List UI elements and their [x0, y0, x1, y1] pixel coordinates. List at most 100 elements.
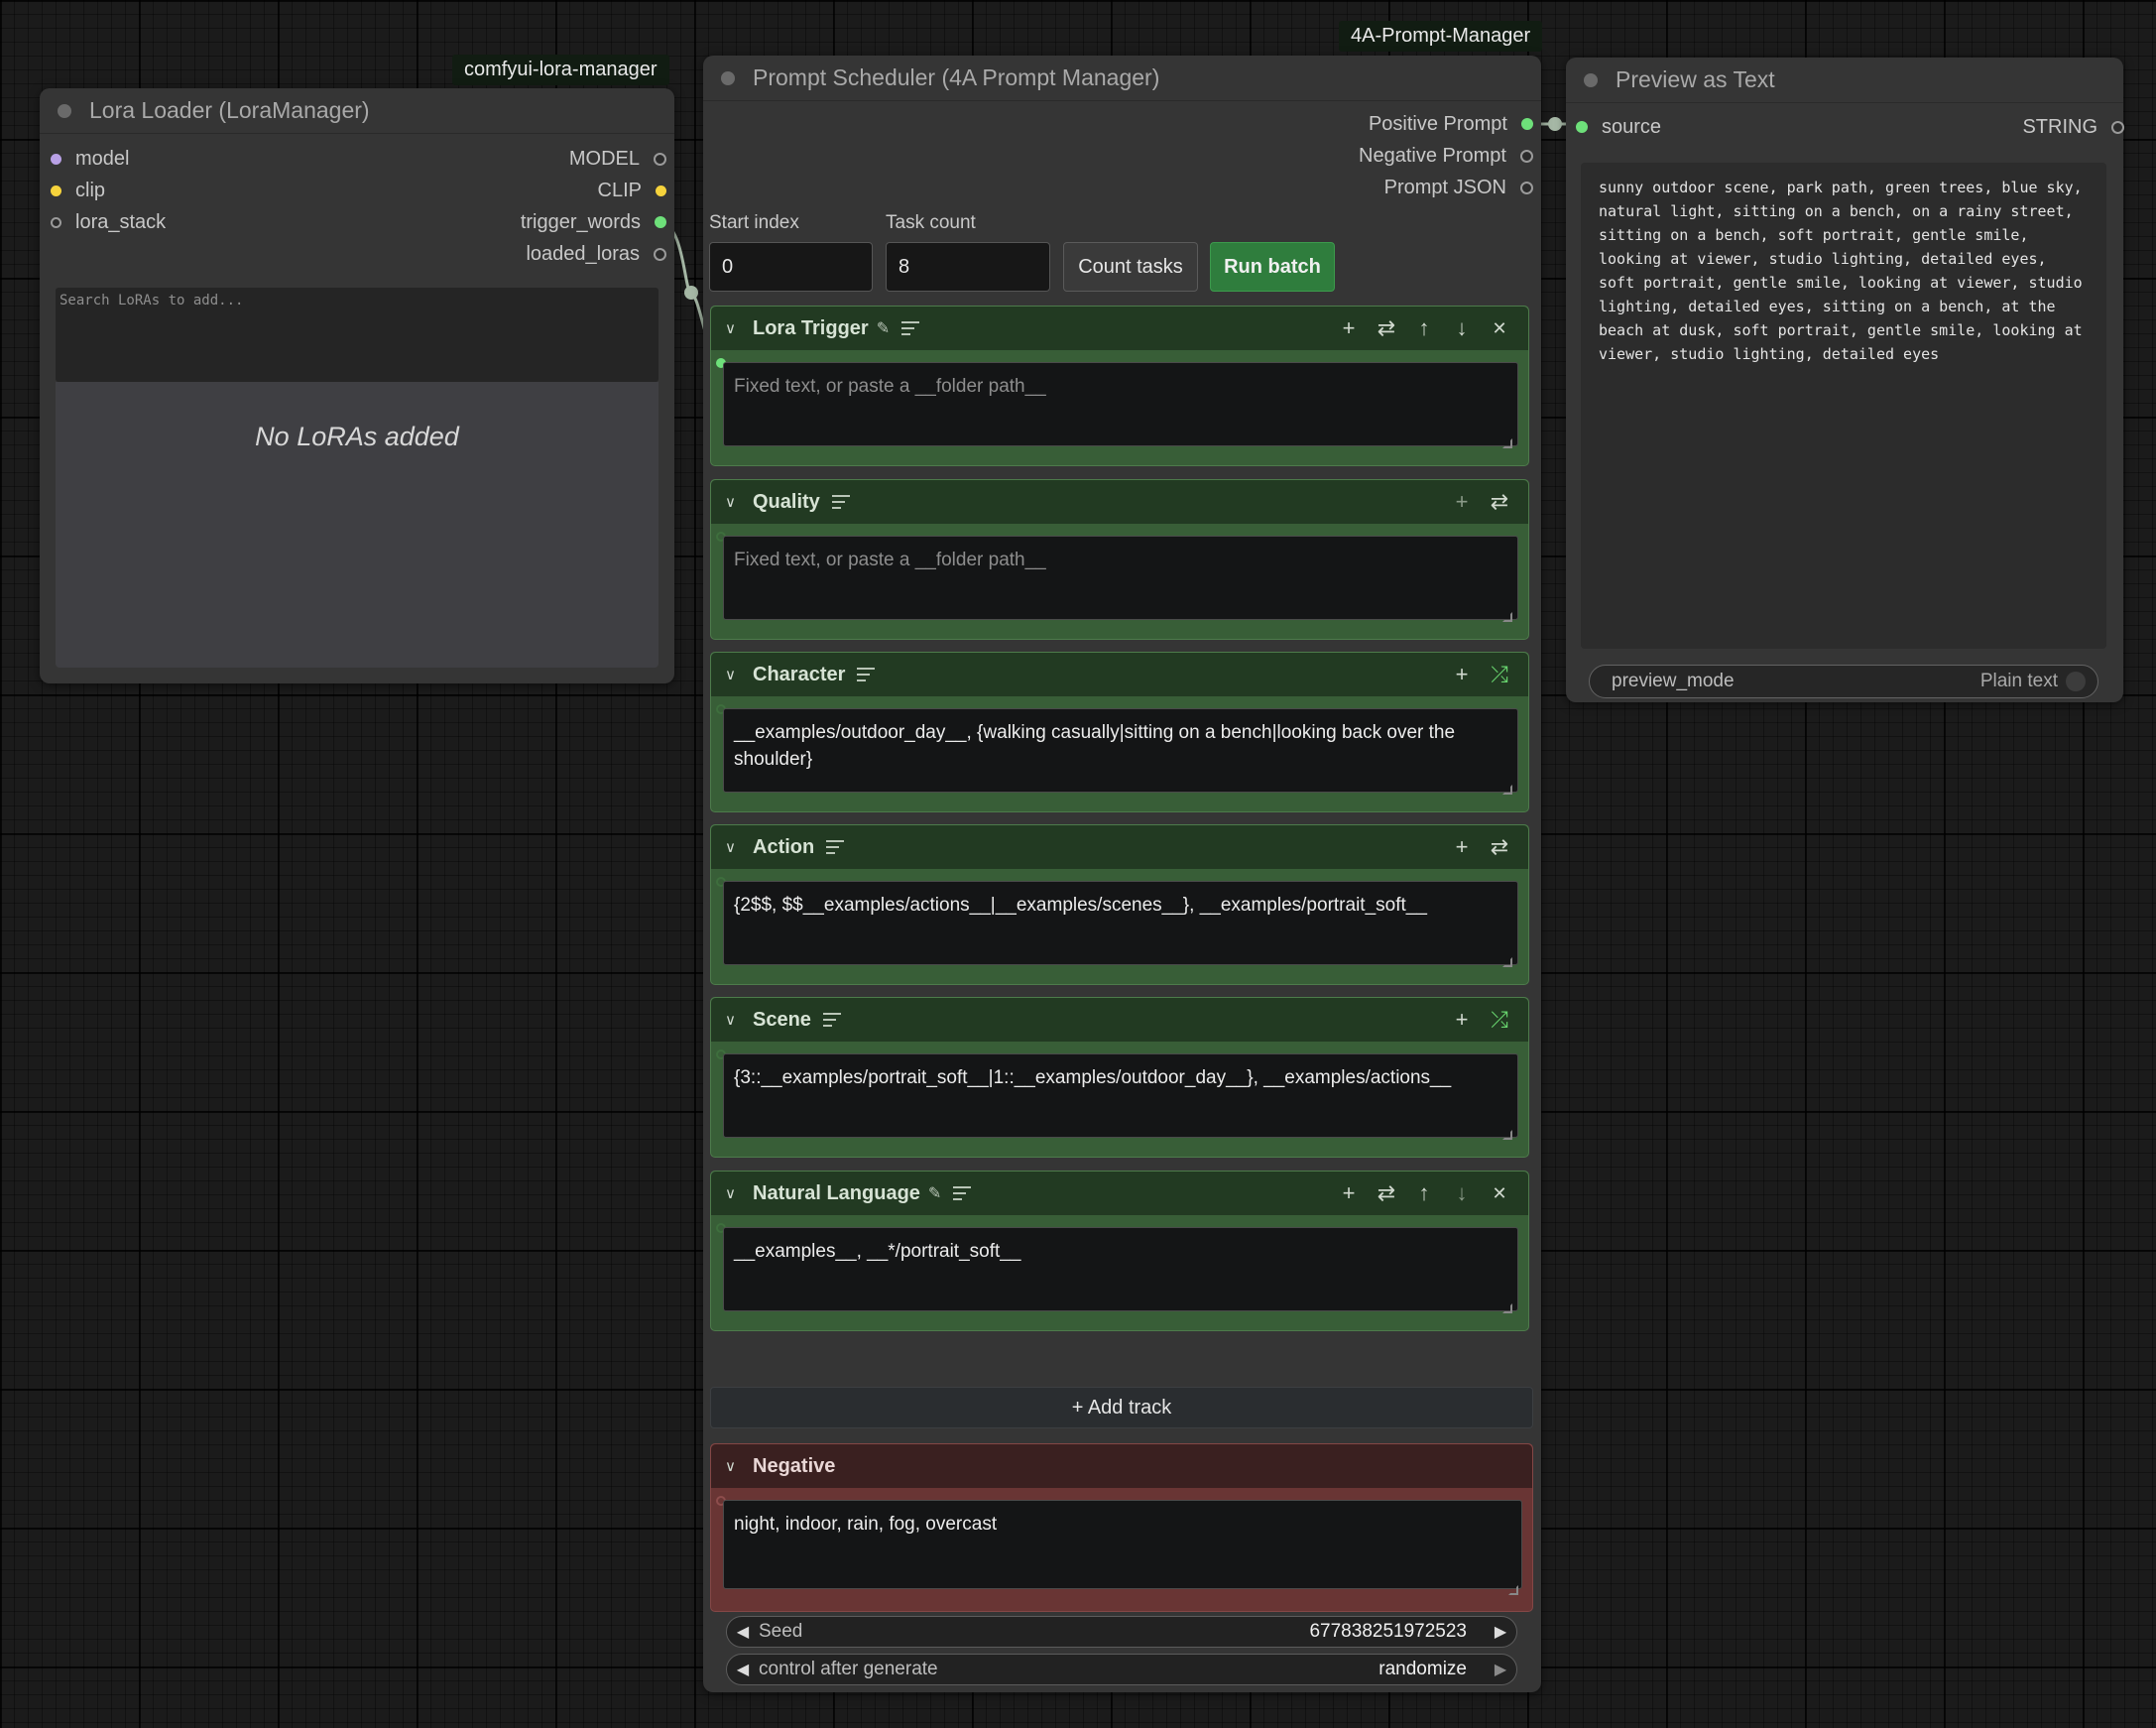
track-header[interactable]: ∨ Quality + ⇄	[711, 480, 1528, 524]
track-scene[interactable]: ∨ Scene + ⤮ {3::__examples/portrait_soft…	[710, 997, 1529, 1158]
cycle-icon[interactable]: ⇄	[1368, 1180, 1405, 1206]
output-loaded-loras[interactable]: loaded_loras	[526, 240, 666, 268]
collapse-dot-icon[interactable]	[58, 103, 71, 118]
increment-arrow-icon[interactable]: ▶	[1485, 1622, 1516, 1642]
move-down-icon[interactable]: ↓	[1443, 315, 1481, 341]
add-icon[interactable]: +	[1443, 489, 1481, 515]
track-action[interactable]: ∨ Action + ⇄ {2$$, $$__examples/actions_…	[710, 824, 1529, 985]
count-tasks-button[interactable]: Count tasks	[1063, 242, 1198, 292]
track-header[interactable]: ∨ Natural Language ✎ + ⇄ ↑ ↓ ✕	[711, 1172, 1528, 1215]
track-textarea[interactable]: {3::__examples/portrait_soft__|1::__exam…	[723, 1053, 1518, 1138]
input-lora-stack[interactable]: lora_stack	[51, 208, 166, 236]
track-textarea[interactable]: __examples__, __*/portrait_soft__	[723, 1227, 1518, 1311]
track-header[interactable]: ∨ Character + ⤮	[711, 653, 1528, 696]
pencil-icon[interactable]: ✎	[928, 1183, 941, 1203]
shuffle-icon[interactable]: ⤮	[1481, 662, 1518, 687]
track-quality[interactable]: ∨ Quality + ⇄ Fixed text, or paste a __f…	[710, 479, 1529, 640]
input-model[interactable]: model	[51, 145, 129, 173]
add-icon[interactable]: +	[1330, 1180, 1368, 1206]
negative-section[interactable]: ∨ Negative night, indoor, rain, fog, ove…	[710, 1443, 1533, 1612]
toggle-knob-icon[interactable]	[2066, 672, 2086, 691]
start-index-input[interactable]: 0	[709, 242, 873, 292]
source-slot-icon[interactable]	[1576, 121, 1588, 133]
lora-stack-slot-icon[interactable]	[51, 216, 61, 228]
pencil-icon[interactable]: ✎	[877, 318, 890, 338]
add-icon[interactable]: +	[1443, 834, 1481, 860]
negative-textarea[interactable]: night, indoor, rain, fog, overcast	[723, 1500, 1522, 1589]
task-count-input[interactable]: 8	[886, 242, 1050, 292]
track-header[interactable]: ∨ Scene + ⤮	[711, 998, 1528, 1042]
output-positive-slot-icon[interactable]	[1521, 118, 1533, 130]
cycle-icon[interactable]: ⇄	[1481, 489, 1518, 515]
decrement-arrow-icon[interactable]: ◀	[727, 1622, 759, 1642]
output-negative-prompt[interactable]: Negative Prompt	[1359, 142, 1533, 170]
track-textarea[interactable]: {2$$, $$__examples/actions__|__examples/…	[723, 881, 1518, 965]
chevron-down-icon[interactable]: ∨	[725, 1011, 747, 1029]
cycle-icon[interactable]: ⇄	[1481, 834, 1518, 860]
chevron-down-icon[interactable]: ∨	[725, 838, 747, 856]
increment-arrow-icon[interactable]: ▶	[1485, 1660, 1516, 1679]
lines-menu-icon[interactable]	[901, 321, 920, 335]
output-string[interactable]: STRING	[2022, 113, 2124, 141]
lora-loader-title-bar[interactable]: Lora Loader (LoraManager)	[40, 88, 674, 134]
collapse-dot-icon[interactable]	[721, 70, 735, 85]
track-header[interactable]: ∨ Lora Trigger ✎ + ⇄ ↑ ↓ ✕	[711, 307, 1528, 350]
input-source[interactable]: source	[1576, 113, 1661, 141]
scheduler-title-bar[interactable]: Prompt Scheduler (4A Prompt Manager)	[703, 56, 1541, 101]
output-prompt-json[interactable]: Prompt JSON	[1384, 174, 1533, 201]
add-icon[interactable]: +	[1443, 662, 1481, 687]
run-batch-button[interactable]: Run batch	[1210, 242, 1335, 292]
negative-header[interactable]: ∨ Negative	[711, 1444, 1532, 1488]
track-textarea[interactable]: __examples/outdoor_day__, {walking casua…	[723, 708, 1518, 793]
move-up-icon[interactable]: ↑	[1405, 1180, 1443, 1206]
control-after-generate-widget[interactable]: ◀ control after generate randomize ▶	[726, 1654, 1517, 1685]
chevron-down-icon[interactable]: ∨	[725, 1184, 747, 1202]
lines-menu-icon[interactable]	[822, 1013, 841, 1027]
chevron-down-icon[interactable]: ∨	[725, 493, 747, 511]
lora-search-input[interactable]: Search LoRAs to add...	[56, 288, 659, 382]
preview-mode-toggle[interactable]: preview_mode Plain text	[1589, 665, 2098, 698]
add-icon[interactable]: +	[1330, 315, 1368, 341]
output-clip[interactable]: CLIP	[598, 177, 666, 204]
output-model[interactable]: MODEL	[569, 145, 666, 173]
close-icon[interactable]: ✕	[1481, 318, 1518, 339]
input-clip[interactable]: clip	[51, 177, 105, 204]
lines-menu-icon[interactable]	[857, 668, 876, 681]
chevron-down-icon[interactable]: ∨	[725, 319, 747, 337]
preview-title-bar[interactable]: Preview as Text	[1566, 58, 2123, 103]
model-slot-icon[interactable]	[51, 153, 61, 165]
lines-menu-icon[interactable]	[953, 1186, 972, 1200]
output-clip-slot-icon[interactable]	[656, 185, 666, 196]
output-trigger-words[interactable]: trigger_words	[521, 208, 666, 236]
track-natural-language[interactable]: ∨ Natural Language ✎ + ⇄ ↑ ↓ ✕ __example…	[710, 1171, 1529, 1331]
add-track-button[interactable]: + Add track	[710, 1387, 1533, 1428]
move-down-icon[interactable]: ↓	[1443, 1180, 1481, 1206]
lines-menu-icon[interactable]	[831, 495, 850, 509]
output-json-slot-icon[interactable]	[1520, 181, 1533, 194]
lines-menu-icon[interactable]	[826, 840, 845, 854]
chevron-down-icon[interactable]: ∨	[725, 666, 747, 683]
output-positive-prompt[interactable]: Positive Prompt	[1369, 110, 1533, 138]
track-textarea[interactable]: Fixed text, or paste a __folder path__	[723, 536, 1518, 620]
decrement-arrow-icon[interactable]: ◀	[727, 1660, 759, 1679]
close-icon[interactable]: ✕	[1481, 1183, 1518, 1204]
move-up-icon[interactable]: ↑	[1405, 315, 1443, 341]
shuffle-icon[interactable]: ⤮	[1481, 1007, 1518, 1033]
clip-slot-icon[interactable]	[51, 185, 61, 196]
output-negative-slot-icon[interactable]	[1520, 149, 1533, 163]
track-textarea[interactable]: Fixed text, or paste a __folder path__	[723, 362, 1518, 446]
output-string-slot-icon[interactable]	[2111, 120, 2124, 134]
track-header[interactable]: ∨ Action + ⇄	[711, 825, 1528, 869]
add-icon[interactable]: +	[1443, 1007, 1481, 1033]
output-trigger-words-slot-icon[interactable]	[655, 216, 666, 228]
collapse-dot-icon[interactable]	[1584, 72, 1598, 87]
track-lora-trigger[interactable]: ∨ Lora Trigger ✎ + ⇄ ↑ ↓ ✕ Fixed text, o…	[710, 306, 1529, 466]
control-value[interactable]: randomize	[1378, 1659, 1467, 1680]
seed-widget[interactable]: ◀ Seed 677838251972523 ▶	[726, 1616, 1517, 1648]
chevron-down-icon[interactable]: ∨	[725, 1457, 747, 1475]
seed-value[interactable]: 677838251972523	[1309, 1621, 1467, 1643]
output-loaded-loras-slot-icon[interactable]	[654, 247, 666, 261]
track-character[interactable]: ∨ Character + ⤮ __examples/outdoor_day__…	[710, 652, 1529, 812]
output-model-slot-icon[interactable]	[654, 152, 666, 166]
cycle-icon[interactable]: ⇄	[1368, 315, 1405, 341]
